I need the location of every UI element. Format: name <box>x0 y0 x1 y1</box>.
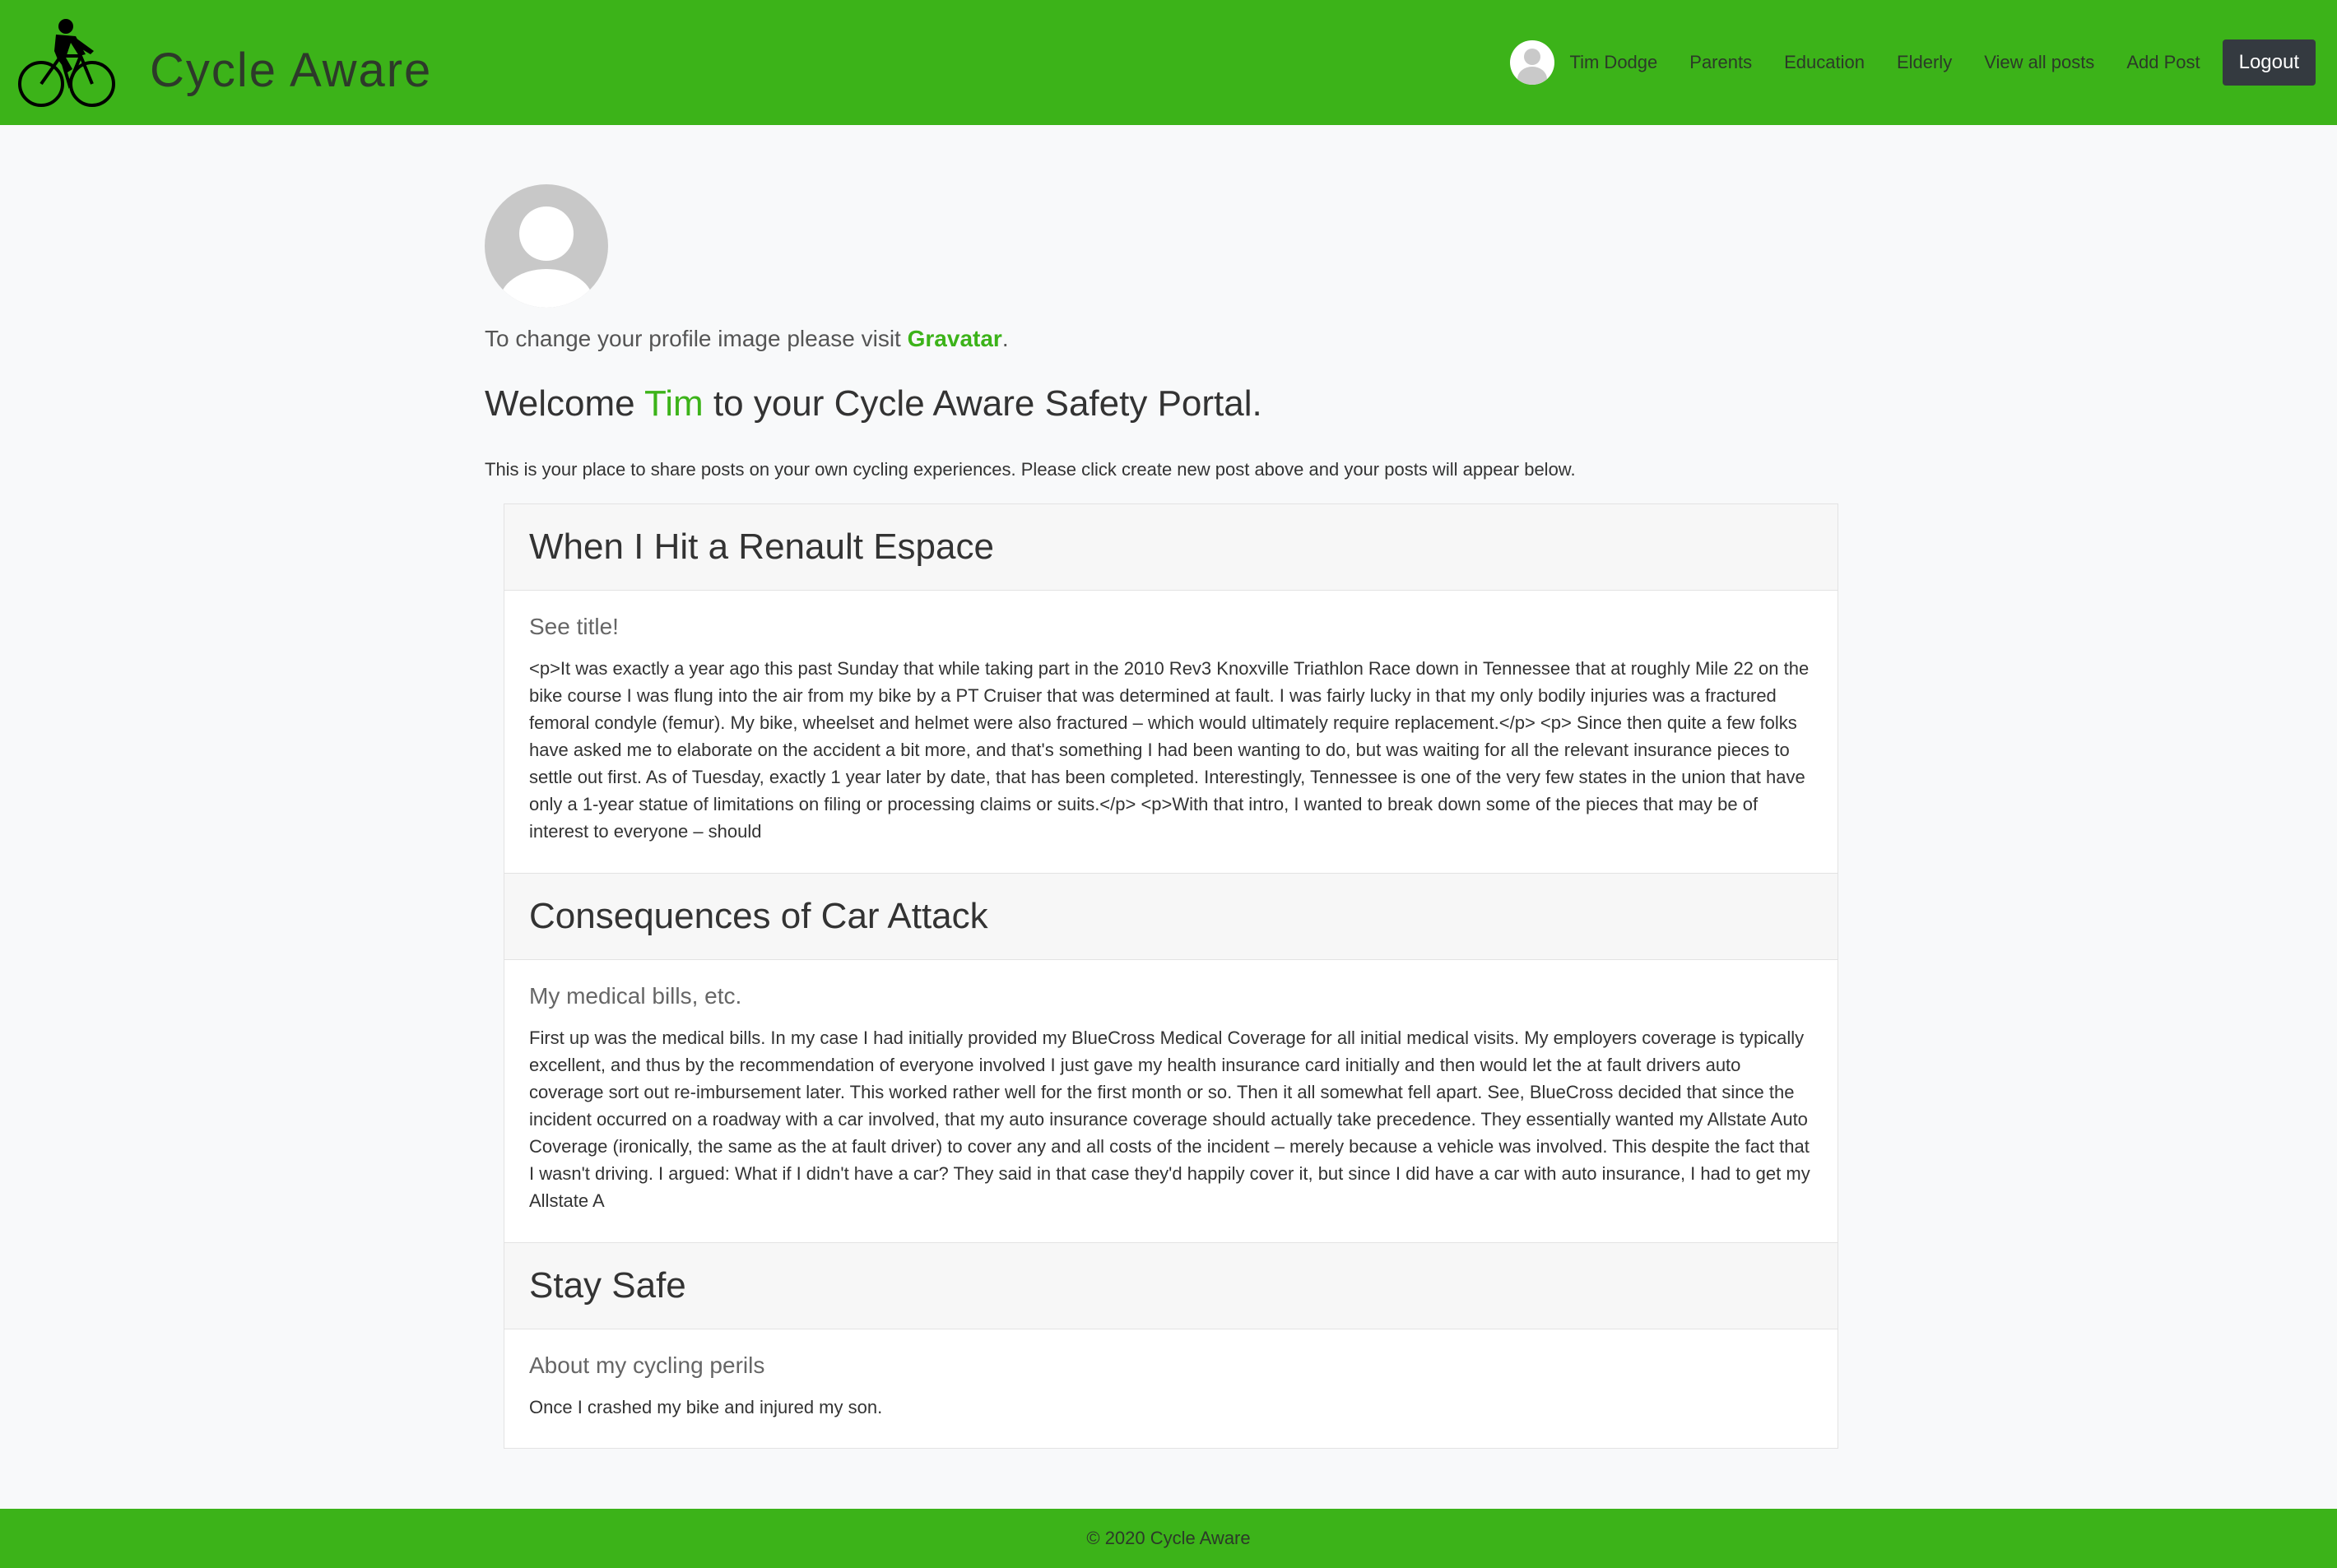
nav-user-name[interactable]: Tim Dodge <box>1569 52 1657 73</box>
nav-link-education[interactable]: Education <box>1784 52 1865 73</box>
post-title[interactable]: Consequences of Car Attack <box>529 896 988 937</box>
post-title[interactable]: When I Hit a Renault Espace <box>529 527 994 568</box>
gravatar-prefix: To change your profile image please visi… <box>485 326 908 351</box>
post-subtitle: About my cycling perils <box>529 1352 765 1378</box>
user-avatar-icon[interactable] <box>1510 40 1555 85</box>
post-body: About my cycling perils Once I crashed m… <box>504 1329 1838 1448</box>
post-text: <p>It was exactly a year ago this past S… <box>529 658 1810 842</box>
post-body: My medical bills, etc. First up was the … <box>504 960 1838 1243</box>
post-header: Consequences of Car Attack <box>504 874 1838 960</box>
logout-button[interactable]: Logout <box>2222 39 2316 86</box>
page-footer: © 2020 Cycle Aware <box>0 1509 2337 1568</box>
post-subtitle: See title! <box>529 614 619 639</box>
post-text: First up was the medical bills. In my ca… <box>529 1028 1810 1211</box>
welcome-suffix: to your Cycle Aware Safety Portal. <box>703 383 1262 424</box>
nav-link-add-post[interactable]: Add Post <box>2126 52 2200 73</box>
brand-name[interactable]: Cycle Aware <box>150 43 432 98</box>
cyclist-silhouette-icon <box>18 19 115 107</box>
brand[interactable]: Cycle Aware <box>18 18 430 109</box>
post-title[interactable]: Stay Safe <box>529 1265 686 1306</box>
welcome-user-name: Tim <box>644 383 704 424</box>
nav-link-parents[interactable]: Parents <box>1689 52 1752 73</box>
profile-avatar-icon <box>485 184 608 308</box>
nav-link-view-all-posts[interactable]: View all posts <box>1984 52 2094 73</box>
gravatar-notice: To change your profile image please visi… <box>485 326 1009 352</box>
nav-menu: Tim Dodge Parents Education Elderly View… <box>1510 39 2316 86</box>
main-content: To change your profile image please visi… <box>485 184 1839 480</box>
welcome-prefix: Welcome <box>485 383 645 424</box>
footer-copyright: © 2020 Cycle Aware <box>1086 1528 1251 1548</box>
post-subtitle: My medical bills, etc. <box>529 983 742 1009</box>
nav-link-elderly[interactable]: Elderly <box>1897 52 1952 73</box>
post-text: Once I crashed my bike and injured my so… <box>529 1397 883 1417</box>
top-navbar: Cycle Aware Tim Dodge Parents Education … <box>0 0 2337 125</box>
intro-text: This is your place to share posts on you… <box>485 459 1576 480</box>
post-header: Stay Safe <box>504 1243 1838 1329</box>
posts-list: When I Hit a Renault Espace See title! <… <box>504 503 1838 1449</box>
post-header: When I Hit a Renault Espace <box>504 504 1838 591</box>
gravatar-suffix: . <box>1001 326 1009 351</box>
gravatar-link[interactable]: Gravatar <box>908 326 1002 351</box>
welcome-heading: Welcome Tim to your Cycle Aware Safety P… <box>485 383 1262 424</box>
post-body: See title! <p>It was exactly a year ago … <box>504 591 1838 874</box>
